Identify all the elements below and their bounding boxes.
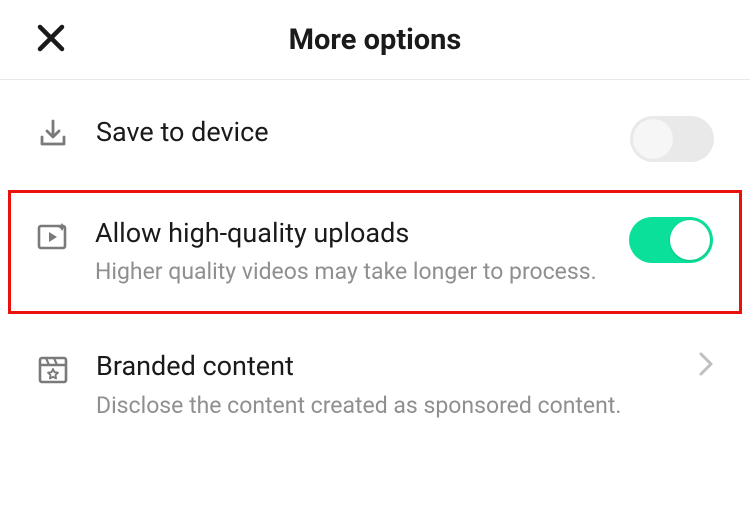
row-action — [629, 217, 713, 263]
options-list: Save to device Allow high-quality upload… — [0, 80, 750, 443]
toggle-knob — [670, 220, 710, 260]
close-icon — [36, 23, 66, 53]
row-action — [630, 116, 714, 162]
video-sparkle-icon — [35, 217, 69, 253]
toggle-knob — [633, 119, 673, 159]
row-body: Save to device — [96, 116, 604, 148]
toggle-save-to-device[interactable] — [630, 116, 714, 162]
download-icon — [36, 116, 70, 150]
row-high-quality-uploads[interactable]: Allow high-quality uploads Higher qualit… — [8, 190, 742, 314]
close-button[interactable] — [36, 23, 66, 57]
row-subtext: Higher quality videos may take longer to… — [95, 257, 603, 287]
clapperboard-star-icon — [36, 350, 70, 386]
row-save-to-device[interactable]: Save to device — [0, 94, 750, 184]
row-label: Allow high-quality uploads — [95, 217, 603, 249]
header: More options — [0, 0, 750, 80]
row-label: Save to device — [96, 116, 604, 148]
row-body: Allow high-quality uploads Higher qualit… — [95, 217, 603, 287]
row-branded-content[interactable]: Branded content Disclose the content cre… — [0, 328, 750, 442]
row-action — [698, 350, 714, 378]
toggle-high-quality-uploads[interactable] — [629, 217, 713, 263]
row-body: Branded content Disclose the content cre… — [96, 350, 672, 420]
chevron-right-icon — [698, 350, 714, 378]
row-subtext: Disclose the content created as sponsore… — [96, 391, 672, 421]
row-label: Branded content — [96, 350, 672, 382]
page-title: More options — [36, 23, 714, 57]
